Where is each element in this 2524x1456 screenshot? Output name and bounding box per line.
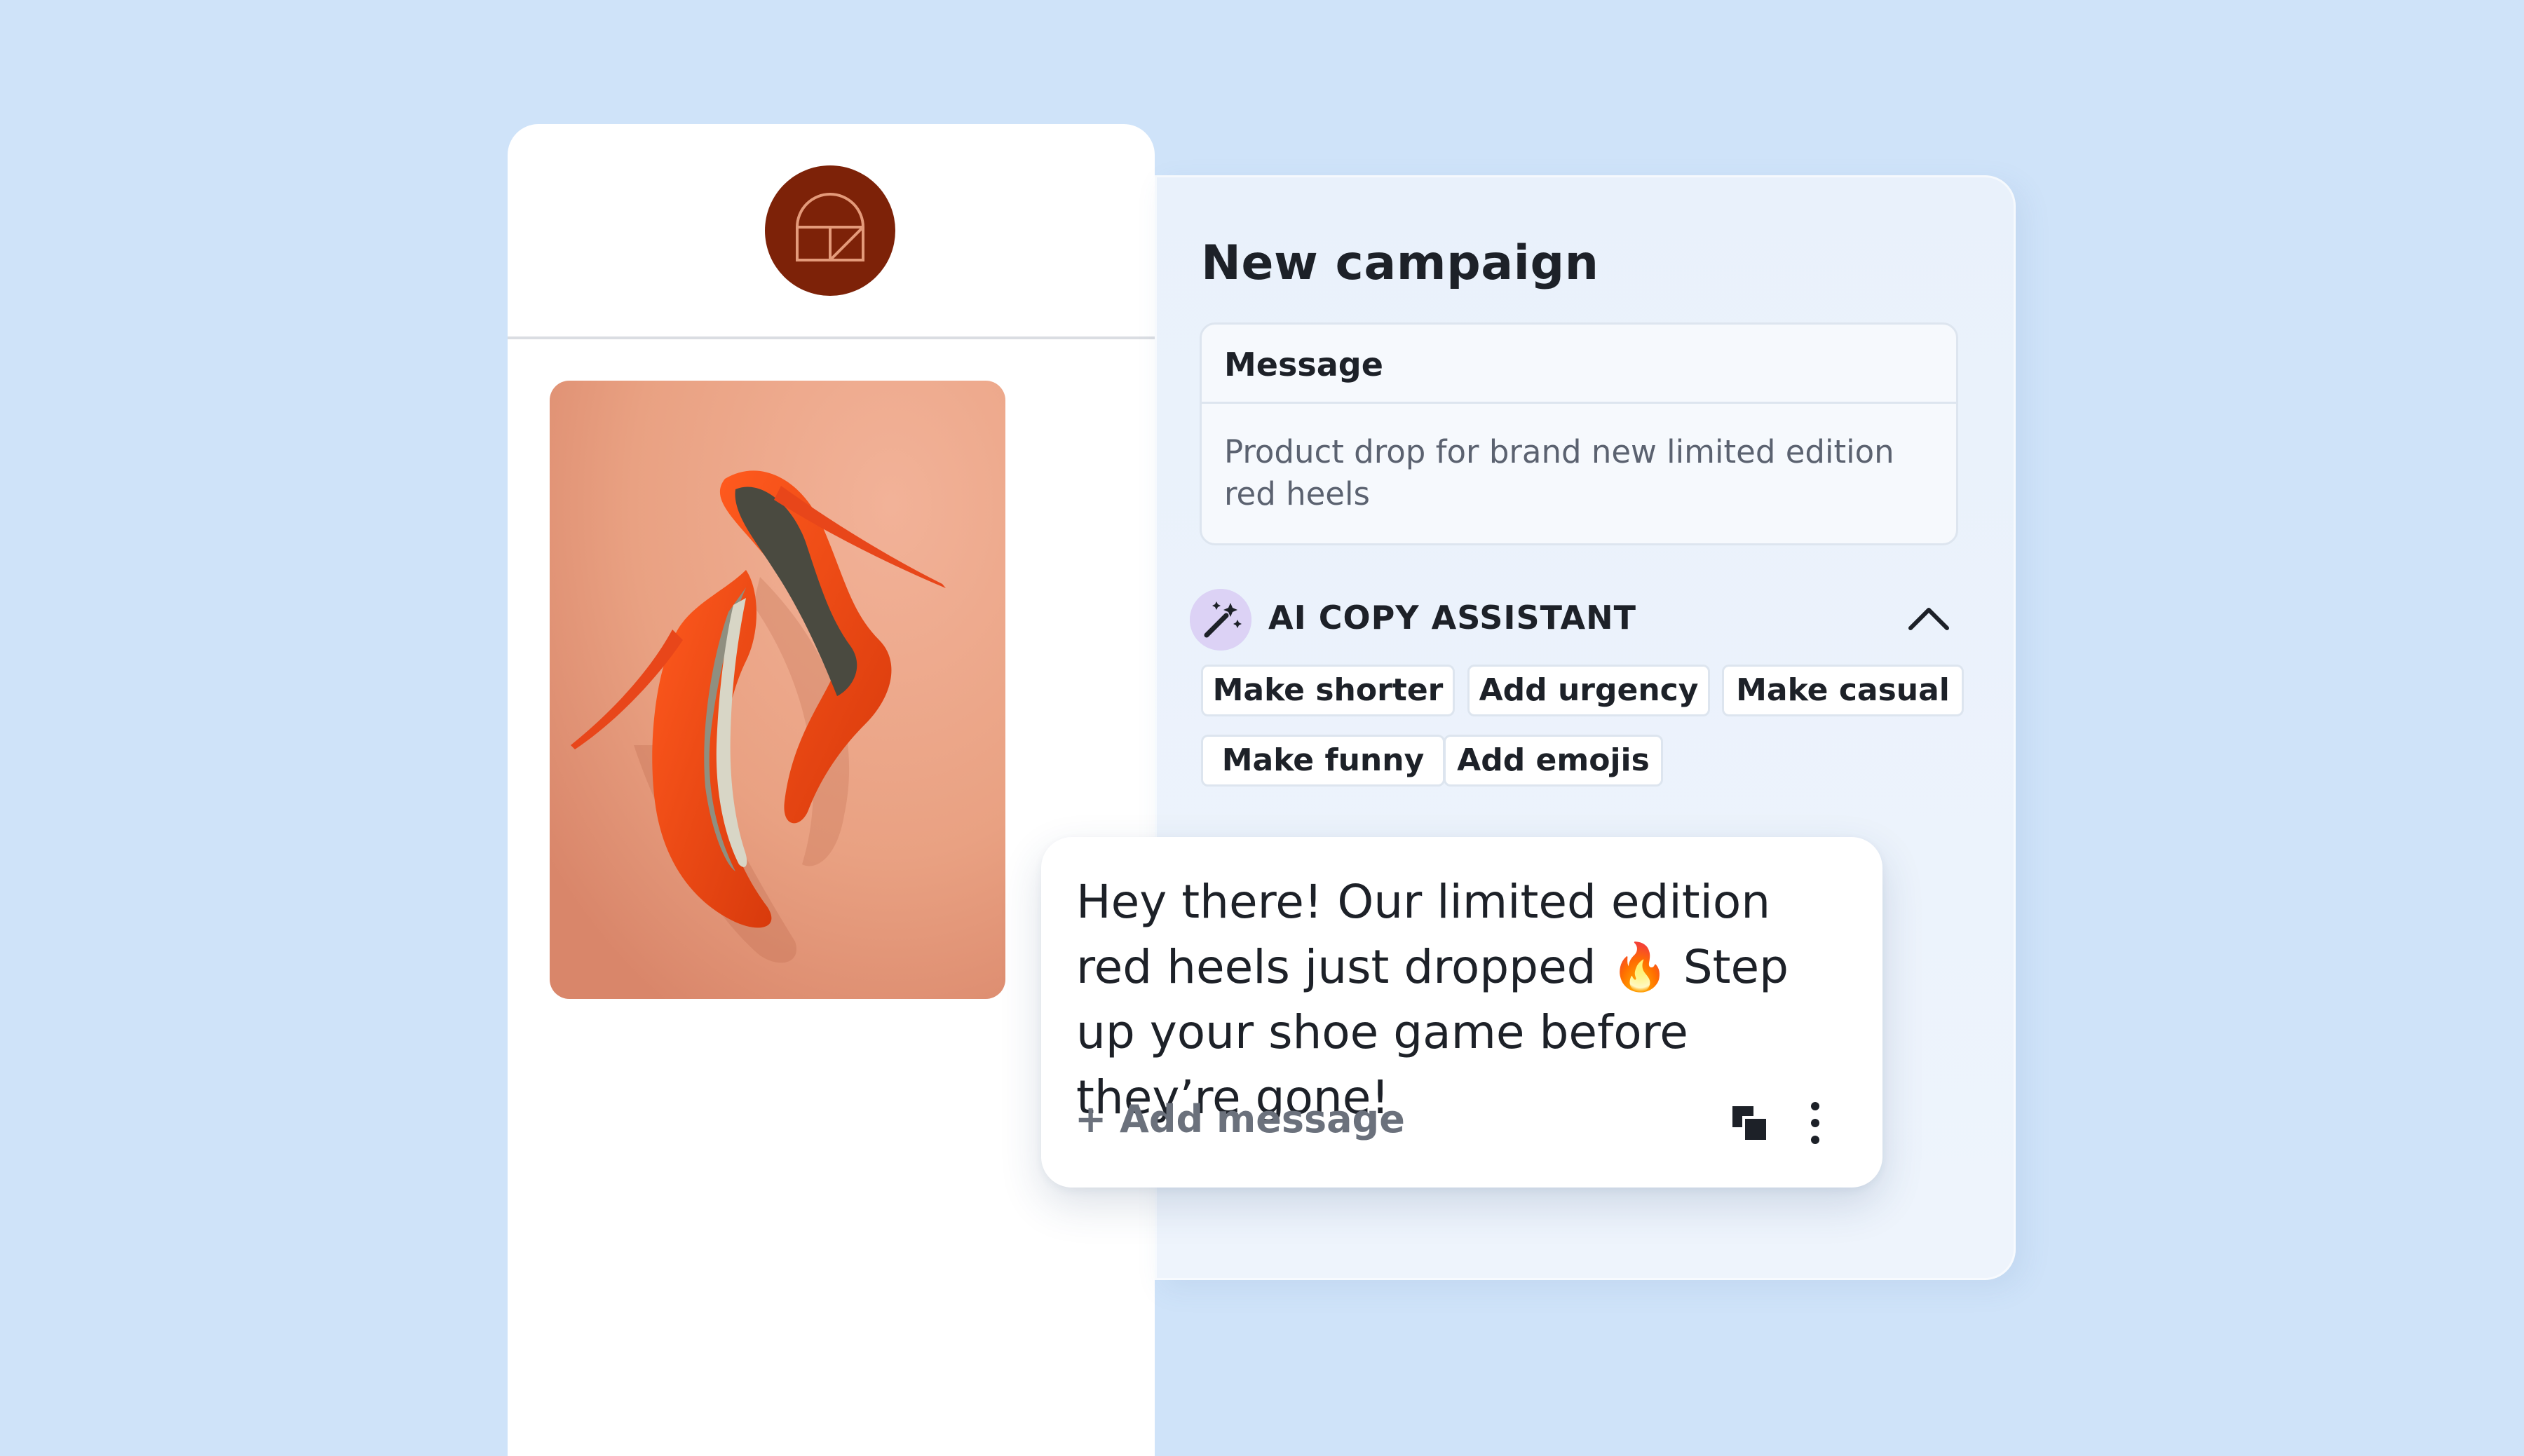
page-title: New campaign (1201, 236, 1599, 291)
make-funny-chip[interactable]: Make funny (1201, 735, 1445, 787)
message-divider (1202, 402, 1956, 404)
email-preview-panel (508, 124, 1155, 1456)
product-image (550, 381, 1005, 999)
message-field[interactable]: Message Product drop for brand new limit… (1200, 322, 1958, 545)
magic-wand-icon (1190, 589, 1251, 651)
add-emojis-chip[interactable]: Add emojis (1444, 735, 1663, 787)
make-shorter-chip[interactable]: Make shorter (1201, 665, 1455, 716)
copy-icon[interactable] (1728, 1102, 1770, 1144)
chevron-up-icon[interactable] (1906, 604, 1951, 632)
brand-logo (765, 165, 895, 296)
more-options-icon[interactable] (1801, 1099, 1829, 1147)
make-casual-chip[interactable]: Make casual (1722, 665, 1964, 716)
email-preview-header (508, 124, 1155, 339)
generated-message-card: Hey there! Our limited edition red heels… (1041, 837, 1882, 1188)
ai-copy-assistant-label: AI COPY ASSISTANT (1268, 599, 1636, 637)
add-message-button[interactable]: + Add message (1075, 1095, 1405, 1144)
generated-message-text: Hey there! Our limited edition red heels… (1076, 875, 1789, 1124)
add-urgency-chip[interactable]: Add urgency (1467, 665, 1710, 716)
message-label: Message (1224, 346, 1383, 383)
message-input[interactable]: Product drop for brand new limited editi… (1224, 431, 1925, 515)
